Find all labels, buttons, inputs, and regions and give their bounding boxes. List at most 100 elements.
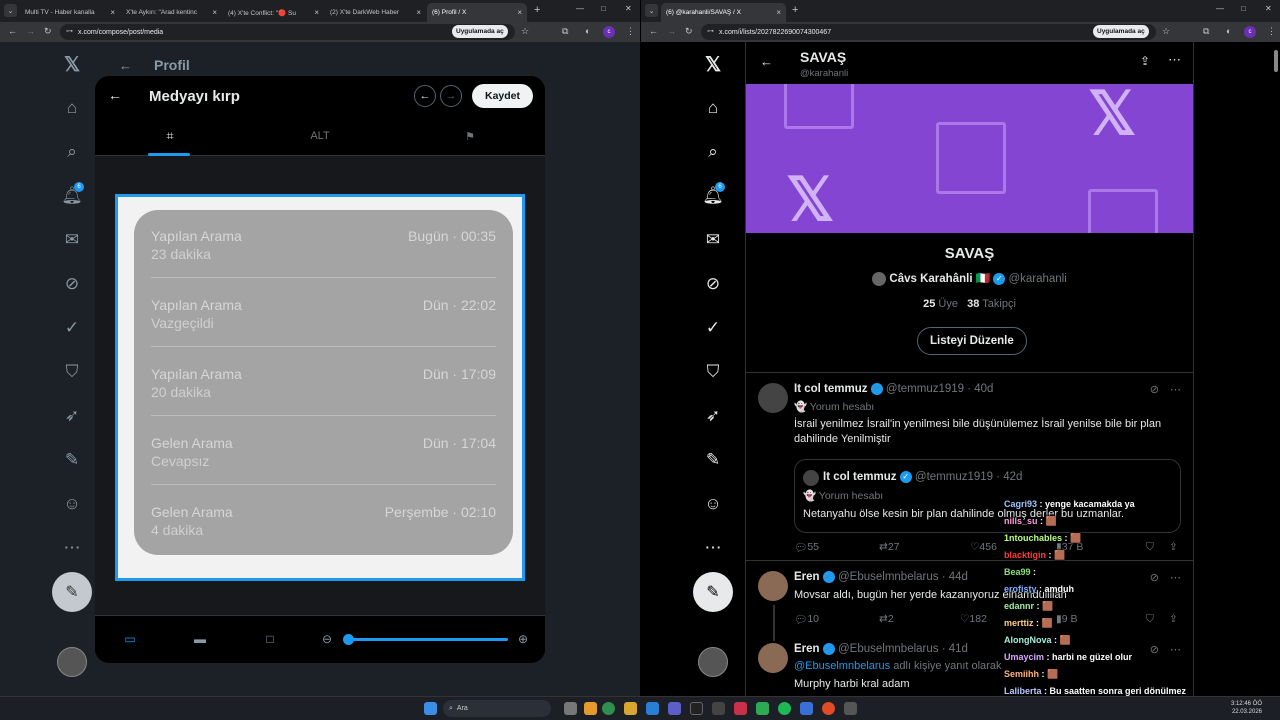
- tweet-avatar[interactable]: [758, 643, 788, 673]
- members-count[interactable]: 25: [923, 298, 935, 310]
- like-button[interactable]: ♡ 182: [960, 613, 987, 625]
- extensions-icon[interactable]: ⧉: [562, 26, 568, 37]
- app-icon[interactable]: [712, 702, 725, 715]
- address-bar[interactable]: ⊶ x.com/compose/post/media: [60, 24, 515, 40]
- edit-icon[interactable]: ✎: [701, 448, 725, 472]
- site-info-icon[interactable]: ⊶: [66, 27, 73, 35]
- bookmarks-icon[interactable]: ⛉: [701, 360, 725, 384]
- taskbar-search[interactable]: ⌕ Ara: [443, 700, 551, 717]
- search-icon[interactable]: ⌕: [60, 140, 84, 164]
- app-icon[interactable]: [668, 702, 681, 715]
- back-icon[interactable]: ←: [8, 26, 17, 36]
- browser-tab-active[interactable]: (6) @karahanli/SAVAŞ / X ×: [661, 3, 786, 22]
- forward-icon[interactable]: →: [667, 26, 676, 36]
- close-window-icon[interactable]: ✕: [1265, 4, 1272, 13]
- tweet-author[interactable]: Eren ✓ @Ebuselmnbelarus · 44d: [794, 571, 968, 583]
- app-icon[interactable]: [690, 702, 703, 715]
- forward-icon[interactable]: →: [26, 26, 35, 36]
- verified-icon[interactable]: ✓: [60, 316, 84, 340]
- chrome-icon[interactable]: [602, 702, 615, 715]
- retweet-button[interactable]: ⇄ 27: [879, 541, 900, 553]
- compose-button[interactable]: ✎: [52, 572, 92, 612]
- verified-icon[interactable]: ✓: [701, 316, 725, 340]
- new-tab-icon[interactable]: +: [534, 4, 540, 16]
- grok-icon[interactable]: ⊘: [701, 272, 725, 296]
- app-icon[interactable]: [584, 702, 597, 715]
- profile-icon[interactable]: ☺: [60, 492, 84, 516]
- close-icon[interactable]: ×: [314, 8, 319, 17]
- tweet-author[interactable]: Eren ✓ @Ebuselmnbelarus · 41d: [794, 643, 968, 655]
- extension-icon[interactable]: ◐: [585, 26, 590, 36]
- tab-search-icon[interactable]: ⌄: [4, 4, 17, 17]
- tweet-avatar[interactable]: [758, 571, 788, 601]
- spotify-icon[interactable]: [778, 702, 791, 715]
- account-avatar[interactable]: [698, 647, 728, 677]
- task-view-icon[interactable]: [564, 702, 577, 715]
- browser-tab[interactable]: Multi TV - Haber kanalla ×: [20, 3, 120, 22]
- aspect-square-icon[interactable]: □: [263, 632, 277, 646]
- back-icon[interactable]: ←: [108, 87, 122, 103]
- address-bar[interactable]: ⊶ x.com/i/lists/2027822690074300467: [701, 24, 1156, 40]
- more-options-icon[interactable]: ⋯: [1168, 52, 1181, 68]
- list-owner[interactable]: Câvs Karahânli 🇮🇹 ✓ @karahanli: [746, 271, 1193, 286]
- edit-icon[interactable]: ✎: [60, 448, 84, 472]
- tab-search-icon[interactable]: ⌄: [645, 4, 658, 17]
- home-icon[interactable]: ⌂: [701, 96, 725, 120]
- bookmark-star-icon[interactable]: ☆: [1162, 26, 1170, 37]
- crop-frame[interactable]: Yapılan Arama 23 dakika Bugün · 00:35 Yapı…: [115, 194, 525, 581]
- grok-icon[interactable]: ⊘: [1150, 383, 1159, 396]
- home-icon[interactable]: ⌂: [60, 96, 84, 120]
- bookmark-star-icon[interactable]: ☆: [521, 26, 529, 37]
- rocket-icon[interactable]: ➶: [60, 404, 84, 428]
- close-icon[interactable]: ×: [110, 8, 115, 17]
- reload-icon[interactable]: ↻: [44, 26, 52, 37]
- browser-tab[interactable]: X'te Aykırı: "Arad kentinc ×: [121, 3, 222, 22]
- compose-button[interactable]: ✎: [693, 572, 733, 612]
- app-icon[interactable]: [800, 702, 813, 715]
- extension-icon[interactable]: ◐: [1226, 26, 1231, 36]
- close-icon[interactable]: ×: [776, 8, 781, 17]
- bookmarks-icon[interactable]: ⛉: [60, 360, 84, 384]
- minimize-icon[interactable]: —: [1216, 4, 1224, 13]
- edit-list-button[interactable]: Listeyi Düzenle: [917, 327, 1027, 355]
- app-icon[interactable]: [734, 702, 747, 715]
- messages-icon[interactable]: ✉: [60, 228, 84, 252]
- whatsapp-icon[interactable]: [756, 702, 769, 715]
- reply-button[interactable]: 💬︎ 10: [794, 613, 819, 626]
- zoom-slider[interactable]: [343, 634, 508, 645]
- x-logo-icon[interactable]: 𝕏: [701, 52, 725, 76]
- minimize-icon[interactable]: —: [576, 4, 584, 13]
- rocket-icon[interactable]: ➶: [701, 404, 725, 428]
- close-icon[interactable]: ×: [212, 8, 217, 17]
- like-button[interactable]: ♡ 456: [970, 541, 997, 553]
- zoom-slider-knob[interactable]: [343, 634, 354, 645]
- followers-count[interactable]: 38: [967, 298, 979, 310]
- retweet-button[interactable]: ⇄ 2: [879, 613, 894, 625]
- extensions-icon[interactable]: ⧉: [1203, 26, 1209, 37]
- tab-flag[interactable]: ⚑: [395, 116, 545, 156]
- taskbar-clock[interactable]: 3:12:46 ÖÖ 22.03.2026: [1231, 700, 1262, 716]
- aspect-original-icon[interactable]: ▭: [123, 632, 137, 646]
- previous-icon[interactable]: ←: [414, 85, 436, 107]
- notifications-icon[interactable]: 🔔︎ 6: [701, 182, 725, 208]
- back-icon[interactable]: ←: [760, 54, 773, 69]
- menu-icon[interactable]: ⋮: [1267, 26, 1276, 37]
- reload-icon[interactable]: ↻: [685, 26, 693, 37]
- next-icon[interactable]: →: [440, 85, 462, 107]
- aspect-wide-icon[interactable]: ▬: [193, 632, 207, 646]
- browser-tab-active[interactable]: (6) Profil / X ×: [427, 3, 527, 22]
- close-icon[interactable]: ×: [517, 8, 522, 17]
- share-icon[interactable]: ⇪: [1140, 54, 1150, 68]
- search-icon[interactable]: ⌕: [701, 140, 725, 164]
- grok-icon[interactable]: ⊘: [60, 272, 84, 296]
- more-icon[interactable]: ⋯: [60, 536, 84, 560]
- more-options-icon[interactable]: ⋯: [1170, 383, 1181, 396]
- start-icon[interactable]: [424, 702, 437, 715]
- x-logo-icon[interactable]: 𝕏: [60, 52, 84, 76]
- menu-icon[interactable]: ⋮: [626, 26, 635, 37]
- save-button[interactable]: Kaydet: [471, 84, 533, 108]
- account-avatar[interactable]: [57, 647, 87, 677]
- maximize-icon[interactable]: □: [601, 4, 606, 13]
- reply-mention-link[interactable]: @Ebuselmnbelarus: [794, 660, 890, 672]
- open-in-app-button[interactable]: Uygulamada aç: [1093, 25, 1149, 38]
